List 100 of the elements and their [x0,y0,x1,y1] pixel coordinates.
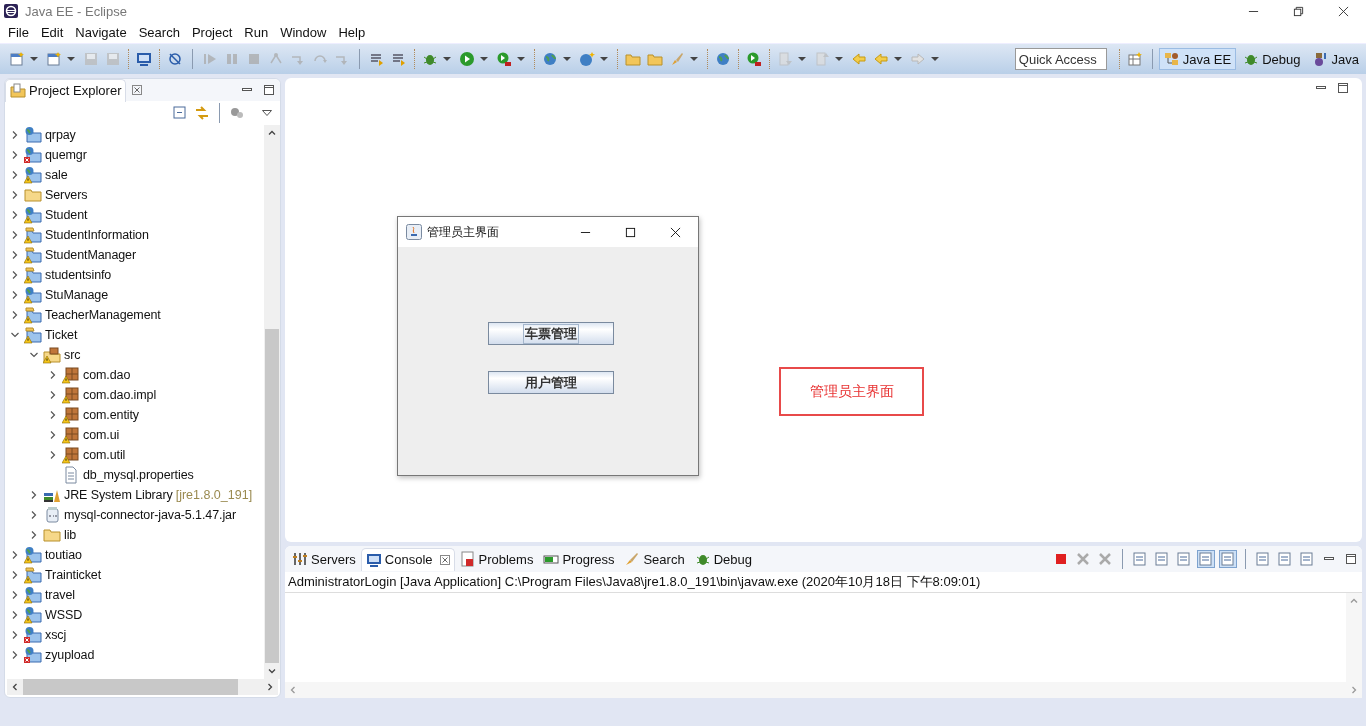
maximize-icon[interactable] [625,226,636,238]
tree-item-label[interactable]: com.entity [83,408,139,422]
menu-item[interactable]: Project [185,25,239,40]
view-tab[interactable]: Console [360,547,455,571]
caret-icon[interactable] [600,57,608,61]
collapse-all-icon[interactable] [172,105,188,121]
caret-icon[interactable] [517,57,525,61]
vertical-scrollbar[interactable] [1346,593,1362,682]
chevron-icon[interactable] [10,170,20,180]
tree-item-label[interactable]: com.util [83,448,126,462]
caret-icon[interactable] [690,57,698,61]
perspective-button[interactable]: Java EE [1158,48,1237,70]
caret-icon[interactable] [798,57,806,61]
chevron-icon[interactable] [10,290,20,300]
chevron-icon[interactable] [10,650,20,660]
new-icon[interactable] [9,51,25,67]
menu-item[interactable]: Window [274,25,333,40]
chevron-icon[interactable] [48,430,58,440]
tree-item-label[interactable]: com.ui [83,428,120,442]
caret-icon[interactable] [835,57,843,61]
tree-item-label[interactable]: StuManage [45,288,109,302]
scroll-left-icon[interactable] [10,682,20,692]
chevron-icon[interactable] [10,330,20,340]
globe-icon[interactable] [715,51,731,67]
view-menu-icon[interactable] [262,110,272,116]
chevron-icon[interactable] [10,550,20,560]
tree-item-label[interactable]: src [64,348,81,362]
tree-item-label[interactable]: db_mysql.properties [83,468,194,482]
tree-item-label[interactable]: sale [45,168,68,182]
maximize-icon[interactable] [263,84,275,96]
scroll-right-icon[interactable] [265,682,275,692]
restore-icon[interactable] [1293,5,1304,17]
globe-icon[interactable] [542,51,558,67]
menu-item[interactable]: Edit [34,25,70,40]
perspective-button[interactable]: Debug [1238,48,1306,70]
chevron-icon[interactable] [29,490,39,500]
console-stop-icon[interactable] [1053,551,1069,567]
tree-item-label[interactable]: toutiao [45,548,82,562]
close-icon[interactable] [670,226,681,238]
caret-icon[interactable] [931,57,939,61]
tree-item-label[interactable]: Student [45,208,88,222]
menu-item[interactable]: Run [238,25,275,40]
horizontal-scrollbar[interactable] [7,679,278,695]
tree-item-label[interactable]: com.dao.impl [83,388,157,402]
chevron-icon[interactable] [10,130,20,140]
tree-item-label[interactable]: quemgr [45,148,87,162]
menu-item[interactable]: Help [332,25,372,40]
tree-item-label[interactable]: JRE System Library [64,488,173,502]
chevron-icon[interactable] [10,610,20,620]
tree-item-label[interactable]: lib [64,528,77,542]
caret-icon[interactable] [30,57,38,61]
view-tab[interactable]: Search [619,547,690,571]
external-run-icon[interactable] [496,51,512,67]
scroll-up-icon[interactable] [267,128,277,138]
tree-item-label[interactable]: Trainticket [45,568,102,582]
chevron-icon[interactable] [10,210,20,220]
menu-item[interactable]: Search [132,25,186,40]
view-tab[interactable]: Debug [689,547,757,571]
tree-item-label[interactable]: zyupload [45,648,95,662]
chevron-icon[interactable] [10,630,20,640]
chevron-icon[interactable] [29,530,39,540]
new-icon[interactable] [46,51,62,67]
tree-item-label[interactable]: com.dao [83,368,131,382]
caret-icon[interactable] [67,57,75,61]
chevron-icon[interactable] [48,370,58,380]
chevron-icon[interactable] [48,390,58,400]
tree-item-label[interactable]: Servers [45,188,88,202]
chevron-icon[interactable] [48,450,58,460]
dialog-button[interactable]: 用户管理 [488,371,614,394]
chevron-icon[interactable] [10,230,20,240]
tree-item-label[interactable]: xscj [45,628,67,642]
chevron-icon[interactable] [10,250,20,260]
view-tab[interactable]: Problems [454,547,539,571]
tree-item-label[interactable]: StudentManager [45,248,137,262]
maximize-icon[interactable] [1337,82,1349,94]
panel-tab[interactable]: Project Explorer [5,78,127,102]
view-tab[interactable]: Progress [538,547,620,571]
tree-item-label[interactable]: TeacherManagement [45,308,161,322]
caret-icon[interactable] [894,57,902,61]
chevron-icon[interactable] [10,270,20,280]
run-icon[interactable] [459,51,475,67]
close-icon[interactable] [1338,5,1349,17]
lines-icon[interactable] [369,51,385,67]
caret-icon[interactable] [563,57,571,61]
scroll-down-icon[interactable] [267,666,277,676]
dialog-button[interactable]: 车票管理 [488,322,614,345]
chevron-icon[interactable] [10,310,20,320]
chevron-icon[interactable] [10,150,20,160]
drop-frame-icon[interactable] [391,51,407,67]
chevron-icon[interactable] [29,350,39,360]
chevron-icon[interactable] [10,590,20,600]
caret-icon[interactable] [443,57,451,61]
tree-item-label[interactable]: Ticket [45,328,78,342]
skip-icon[interactable] [167,51,183,67]
tree-item-label[interactable]: studentsinfo [45,268,112,282]
external-run-icon[interactable] [746,51,762,67]
maximize-icon[interactable] [1345,553,1357,565]
perspective-button[interactable]: Java [1307,48,1364,70]
menu-item[interactable]: Navigate [69,25,133,40]
quick-access-field[interactable]: Quick Access [1014,48,1107,70]
